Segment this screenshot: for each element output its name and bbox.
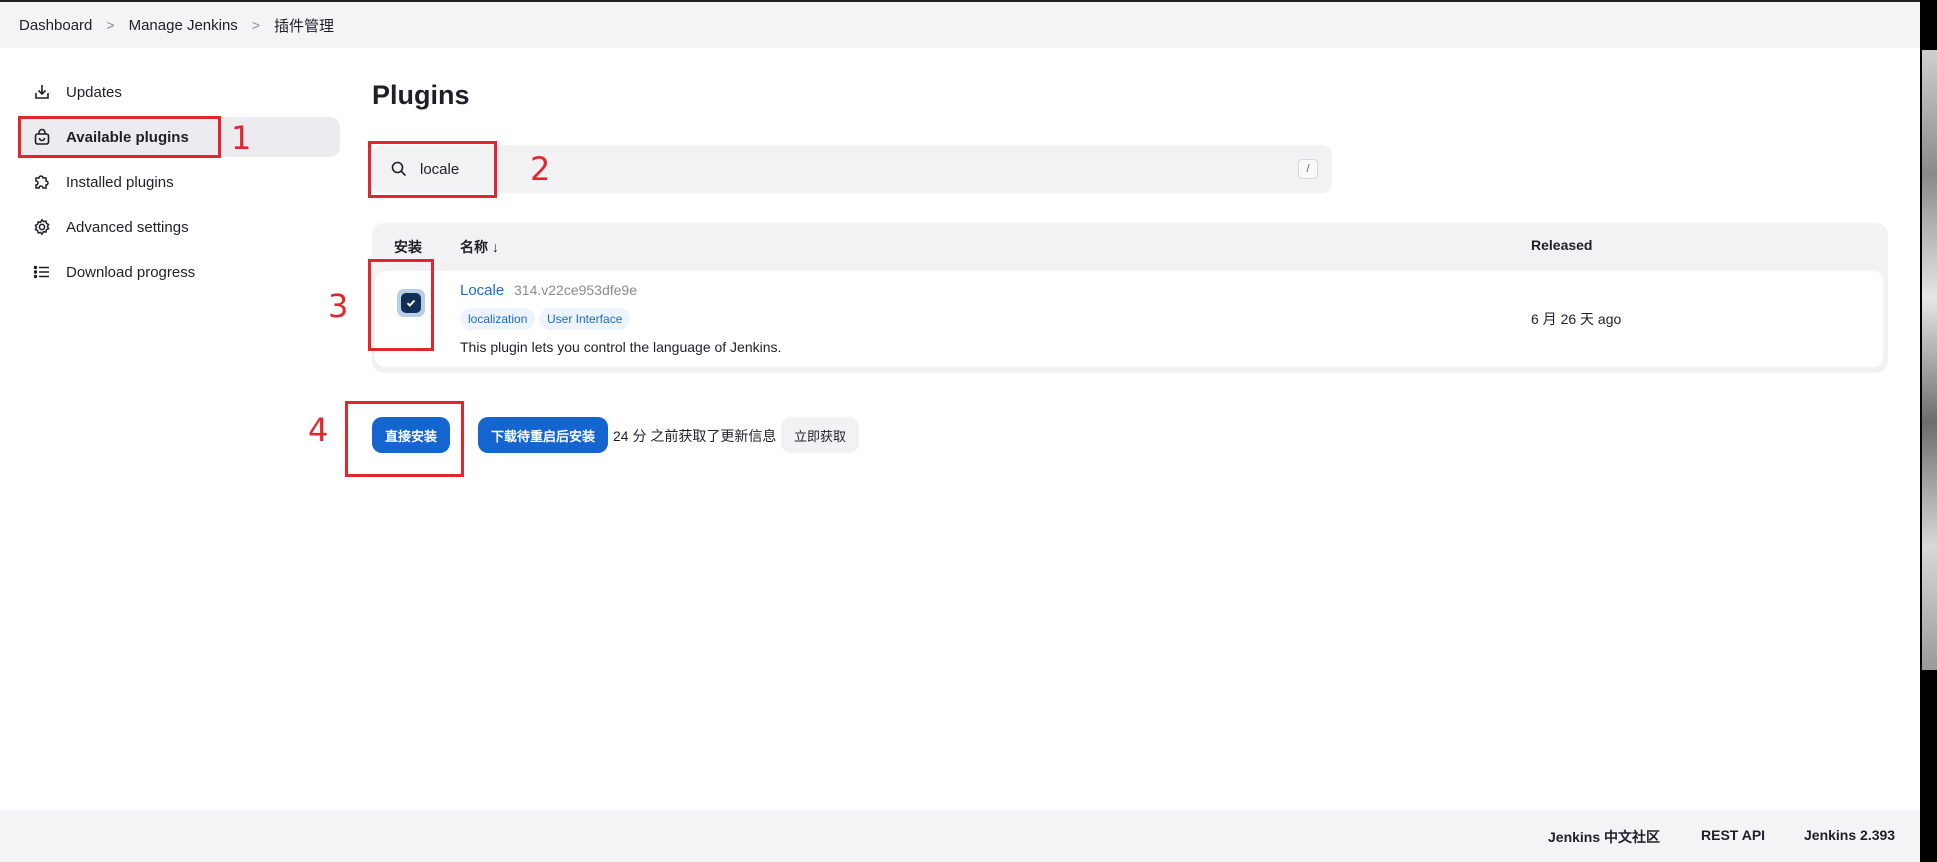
annotation-number-3: 3	[328, 287, 349, 325]
sidebar-item-label: Download progress	[66, 263, 196, 281]
plugin-released: 6 月 26 天 ago	[1531, 311, 1622, 327]
download-icon	[32, 82, 52, 102]
puzzle-icon	[32, 172, 52, 192]
gear-icon	[32, 217, 52, 237]
annotation-number-2: 2	[530, 150, 551, 188]
plugin-description: This plugin lets you control the languag…	[460, 339, 782, 355]
annotation-box-3	[368, 259, 434, 351]
breadcrumb: Dashboard > Manage Jenkins > 插件管理	[0, 0, 1920, 48]
annotation-box-4	[345, 401, 464, 477]
background-image-edge	[1922, 50, 1937, 670]
sidebar-item-updates[interactable]: Updates	[18, 72, 340, 112]
breadcrumb-manage-jenkins[interactable]: Manage Jenkins	[129, 17, 238, 34]
table-row: Locale 314.v22ce953dfe9e localization Us…	[375, 271, 1883, 367]
breadcrumb-plugin-manager[interactable]: 插件管理	[274, 15, 334, 36]
sidebar-item-advanced-settings[interactable]: Advanced settings	[18, 207, 340, 247]
column-header-name[interactable]: 名称 ↓	[460, 237, 499, 257]
plugin-name-link[interactable]: Locale	[460, 282, 504, 299]
annotation-number-4: 4	[308, 411, 329, 449]
search-bar: /	[372, 145, 1332, 193]
plugins-table: 安装 名称 ↓ Released Locale 314.v22ce953dfe9…	[372, 223, 1888, 373]
install-after-restart-button[interactable]: 下载待重启后安装	[478, 417, 608, 453]
footer: Jenkins 中文社区 REST API Jenkins 2.393	[0, 810, 1920, 862]
sidebar: Updates Available plugins Installed plug…	[18, 72, 340, 297]
keyboard-shortcut-hint: /	[1298, 159, 1318, 179]
footer-link-version[interactable]: Jenkins 2.393	[1804, 827, 1895, 843]
page-title: Plugins	[372, 80, 470, 110]
update-info-text: 24 分 之前获取了更新信息	[613, 428, 777, 444]
sidebar-item-label: Advanced settings	[66, 218, 189, 236]
annotation-number-1: 1	[231, 119, 252, 157]
column-header-released[interactable]: Released	[1531, 237, 1592, 253]
breadcrumb-dashboard[interactable]: Dashboard	[19, 17, 92, 34]
plugin-tag-localization[interactable]: localization	[460, 308, 536, 330]
breadcrumb-separator: >	[106, 17, 115, 33]
plugin-tag-user-interface[interactable]: User Interface	[539, 308, 631, 330]
footer-link-rest-api[interactable]: REST API	[1701, 827, 1765, 843]
sidebar-item-label: Installed plugins	[66, 173, 174, 191]
list-icon	[32, 262, 52, 282]
sidebar-item-download-progress[interactable]: Download progress	[18, 252, 340, 292]
column-header-install: 安装	[394, 239, 422, 255]
annotation-box-2	[368, 141, 497, 198]
breadcrumb-separator: >	[251, 17, 260, 33]
annotation-box-1	[18, 116, 221, 158]
sidebar-item-label: Updates	[66, 83, 122, 101]
check-now-button[interactable]: 立即获取	[781, 417, 859, 453]
footer-link-community[interactable]: Jenkins 中文社区	[1548, 827, 1660, 847]
sidebar-item-installed-plugins[interactable]: Installed plugins	[18, 162, 340, 202]
plugin-version: 314.v22ce953dfe9e	[514, 282, 637, 298]
